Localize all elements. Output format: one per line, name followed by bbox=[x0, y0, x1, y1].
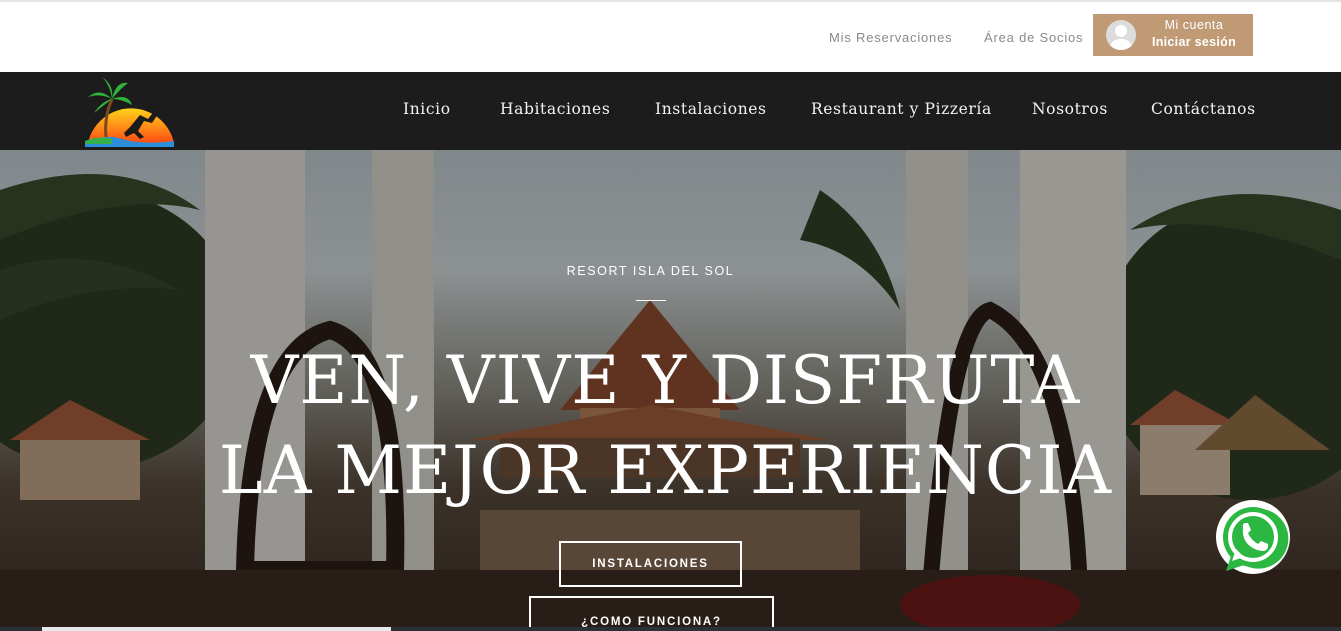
hero-kicker: RESORT ISLA DEL SOL bbox=[566, 264, 735, 278]
login-label: Iniciar sesión bbox=[1151, 35, 1237, 49]
palm-sunset-logo[interactable] bbox=[82, 75, 178, 147]
slider-progress-fill bbox=[42, 627, 391, 631]
slider-progress-track bbox=[0, 627, 1341, 631]
headline-line-2: LA MEJOR EXPERIENCIA bbox=[218, 432, 1113, 509]
whatsapp-icon[interactable] bbox=[1212, 497, 1294, 579]
nav-item-nosotros[interactable]: Nosotros bbox=[1032, 100, 1108, 118]
hero-headline: VEN, VIVE Y DISFRUTA LA MEJOR EXPERIENCI… bbox=[0, 336, 1331, 516]
account-label: Mi cuenta bbox=[1164, 18, 1224, 32]
user-avatar-icon bbox=[1106, 20, 1136, 50]
como-funciona-button[interactable]: ¿COMO FUNCIONA? bbox=[529, 596, 774, 631]
nav-item-instalaciones[interactable]: Instalaciones bbox=[655, 100, 767, 118]
account-login-button[interactable]: Mi cuenta Iniciar sesión bbox=[1093, 14, 1253, 56]
nav-item-inicio[interactable]: Inicio bbox=[403, 100, 451, 118]
my-reservations-link[interactable]: Mis Reservaciones bbox=[829, 30, 952, 45]
nav-item-habitaciones[interactable]: Habitaciones bbox=[500, 100, 610, 118]
hero-slider: RESORT ISLA DEL SOL VEN, VIVE Y DISFRUTA… bbox=[0, 150, 1341, 631]
nav-item-restaurant[interactable]: Restaurant y Pizzería bbox=[811, 100, 992, 118]
nav-item-contactanos[interactable]: Contáctanos bbox=[1151, 100, 1256, 118]
kicker-divider bbox=[636, 300, 666, 301]
instalaciones-button[interactable]: INSTALACIONES bbox=[559, 541, 742, 587]
members-area-link[interactable]: Área de Socios bbox=[984, 30, 1083, 45]
main-navigation: Inicio Habitaciones Instalaciones Restau… bbox=[0, 72, 1341, 150]
headline-line-1: VEN, VIVE Y DISFRUTA bbox=[250, 342, 1081, 419]
top-utility-bar: Mis Reservaciones Área de Socios Mi cuen… bbox=[0, 0, 1341, 72]
